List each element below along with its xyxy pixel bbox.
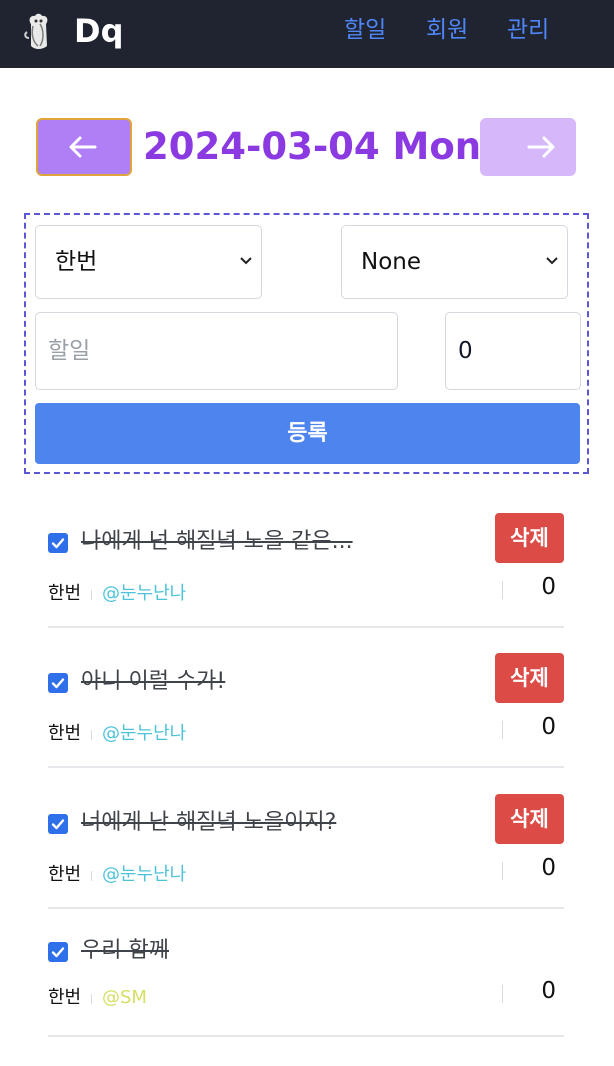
divider (502, 581, 503, 599)
divider (502, 721, 503, 739)
checkmark-icon (51, 538, 65, 549)
arrow-left-icon (69, 136, 97, 158)
prev-day-button[interactable] (36, 118, 132, 176)
nav-link-admin[interactable]: 관리 (507, 14, 549, 46)
logo-icon[interactable] (22, 12, 56, 52)
todo-frequency: 한번 (48, 723, 82, 744)
divider (91, 730, 92, 740)
checkmark-icon (51, 678, 65, 689)
todo-mention[interactable]: @눈누난나 (102, 862, 186, 888)
todo-frequency: 한번 (48, 987, 82, 1008)
todo-title[interactable]: 나에게 넌 해질녘 노을 같은... (81, 527, 353, 557)
todo-checkbox[interactable] (48, 673, 68, 693)
divider (91, 871, 92, 881)
brand-title[interactable]: Dq (74, 10, 123, 52)
todo-item: 너에게 난 해질녘 노을이지? 삭제한번 @눈누난나 0 (48, 794, 564, 909)
arrow-right-icon (527, 136, 555, 158)
task-input-placeholder: 할일 (48, 338, 91, 364)
nav-link-members[interactable]: 회원 (426, 14, 468, 46)
delete-button[interactable]: 삭제 (495, 794, 564, 844)
todo-mention[interactable]: @눈누난나 (102, 581, 186, 607)
delete-button[interactable]: 삭제 (495, 653, 564, 703)
chevron-down-icon (240, 257, 252, 265)
todo-checkbox[interactable] (48, 533, 68, 553)
navbar: Dq 할일 회원 관리 (0, 0, 614, 68)
nav-link-todo[interactable]: 할일 (344, 14, 386, 46)
divider (91, 590, 92, 600)
todo-title[interactable]: 너에게 난 해질녘 노을이지? (81, 808, 336, 838)
todo-item: 나에게 넌 해질녘 노을 같은... 삭제한번 @눈누난나 0 (48, 513, 564, 628)
todo-title[interactable]: 우리 함께 (81, 936, 169, 966)
todo-count: 0 (541, 978, 556, 1004)
checkmark-icon (51, 947, 65, 958)
divider (502, 985, 503, 1003)
add-todo-form: 한번 None 할일 0 등록 (24, 213, 589, 474)
todo-frequency: 한번 (48, 864, 82, 885)
todo-mention[interactable]: @SM (102, 985, 147, 1011)
current-date: 2024-03-04 Mon (143, 125, 482, 168)
chevron-down-icon (546, 257, 558, 265)
todo-frequency: 한번 (48, 583, 82, 604)
task-input[interactable]: 할일 (35, 312, 398, 390)
todo-item: 아니 이럴 수가! 삭제한번 @눈누난나 0 (48, 653, 564, 768)
repeat-select-value: 한번 (55, 249, 98, 275)
date-navigator: 2024-03-04 Mon (0, 118, 614, 176)
todo-mention[interactable]: @눈누난나 (102, 721, 186, 747)
divider (91, 994, 92, 1004)
todo-item: 우리 함께한번 @SM 0 (48, 930, 564, 1037)
points-input-value: 0 (458, 338, 473, 364)
checkmark-icon (51, 819, 65, 830)
next-day-button[interactable] (480, 118, 576, 176)
todo-checkbox[interactable] (48, 814, 68, 834)
todo-count: 0 (541, 855, 556, 881)
delete-button[interactable]: 삭제 (495, 513, 564, 563)
target-select-value: None (361, 249, 422, 275)
target-select[interactable]: None (341, 225, 568, 299)
divider (502, 862, 503, 880)
repeat-select[interactable]: 한번 (35, 225, 262, 299)
todo-title[interactable]: 아니 이럴 수가! (81, 667, 225, 697)
todo-count: 0 (541, 574, 556, 600)
todo-checkbox[interactable] (48, 942, 68, 962)
todo-count: 0 (541, 714, 556, 740)
submit-button[interactable]: 등록 (35, 403, 580, 464)
points-input[interactable]: 0 (445, 312, 581, 390)
